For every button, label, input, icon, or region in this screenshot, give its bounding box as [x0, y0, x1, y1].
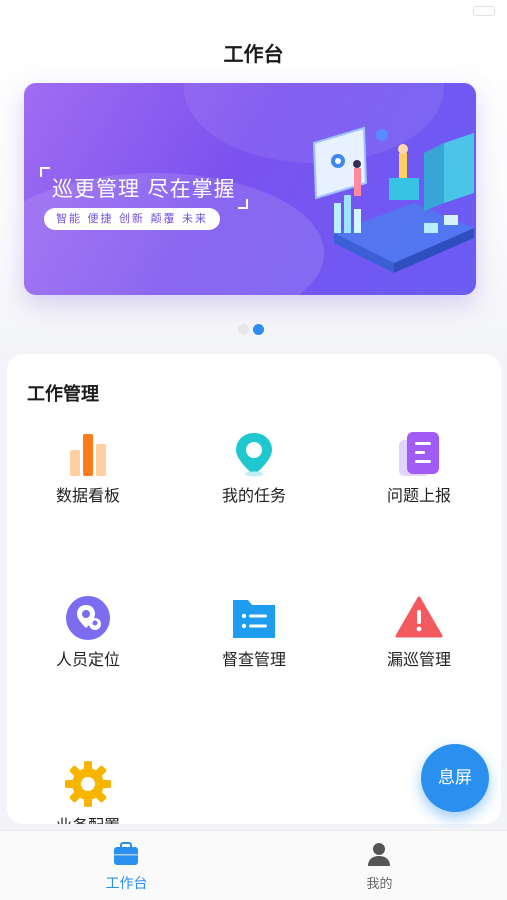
tab-label: 我的 — [366, 877, 393, 892]
grid-item-business-config[interactable]: 业务配置 — [23, 760, 153, 824]
screen-off-button[interactable]: 息屏 — [421, 744, 489, 812]
patrol-illustration-icon — [312, 126, 474, 273]
tab-label: 工作台 — [105, 876, 148, 892]
tab-mine[interactable]: 我的 — [253, 831, 506, 900]
work-management-card: 工作管理 数据看板 我的任务 问题上报 人员定位 督查管理 漏巡管理 — [7, 354, 501, 824]
banner-headline: 巡更管理 尽在掌握 — [40, 167, 248, 209]
banner-tagline: 智能 便捷 创新 颠覆 未来 — [44, 208, 220, 230]
status-bar — [0, 0, 507, 22]
grid-item-label: 业务配置 — [23, 812, 153, 824]
bottom-tab-bar: 工作台 我的 — [0, 830, 507, 900]
briefcase-icon — [114, 842, 138, 865]
banner-carousel[interactable]: 巡更管理 尽在掌握 智能 便捷 创新 颠覆 未来 — [24, 83, 476, 295]
user-icon — [368, 843, 390, 866]
battery-icon — [473, 6, 495, 16]
carousel-dot[interactable] — [238, 324, 249, 335]
page-title: 工作台 — [223, 42, 284, 66]
tab-workbench[interactable]: 工作台 — [0, 831, 253, 900]
carousel-dot-active[interactable] — [253, 324, 264, 335]
carousel-indicators — [238, 320, 268, 339]
gear-icon — [65, 761, 111, 807]
card-scroll-area: 业务配置 — [7, 354, 501, 824]
